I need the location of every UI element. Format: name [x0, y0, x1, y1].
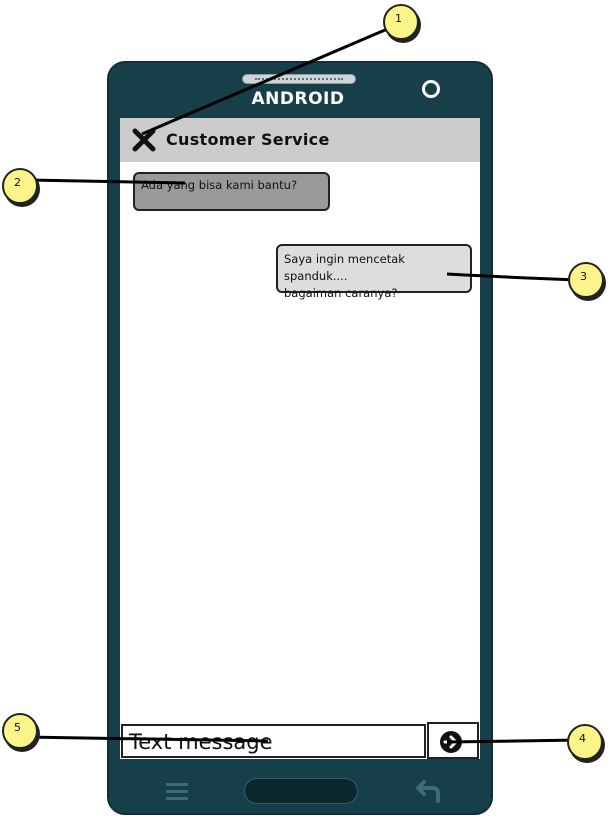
message-input[interactable]: Text message: [121, 724, 426, 758]
outgoing-message-bubble: Saya ingin mencetak spanduk.... bagaiman…: [276, 244, 472, 300]
home-button[interactable]: [244, 778, 358, 804]
phone-screen: [120, 118, 480, 759]
callout-marker-5: 5: [2, 713, 38, 749]
callout-marker-4: 4: [567, 724, 603, 760]
arrow-right-circle-icon: [440, 731, 462, 753]
incoming-message-text: Ada yang bisa kami bantu?: [141, 178, 298, 192]
send-button[interactable]: [427, 722, 479, 759]
outgoing-message-line: Saya ingin mencetak spanduk....: [284, 252, 405, 283]
mockup-canvas: ANDROID Customer Service Ada yang bisa k…: [0, 0, 611, 819]
close-icon[interactable]: [132, 128, 156, 152]
device-brand-label: ANDROID: [251, 89, 345, 109]
camera-icon: [422, 80, 440, 98]
callout-marker-1: 1: [383, 4, 419, 40]
speaker-grille: [242, 74, 356, 84]
callout-marker-2: 2: [2, 168, 38, 204]
menu-icon[interactable]: [165, 781, 189, 801]
outgoing-message-line: bagaiman caranya?: [284, 286, 398, 300]
back-arrow-icon[interactable]: [414, 779, 442, 803]
incoming-message-bubble: Ada yang bisa kami bantu?: [133, 172, 330, 211]
callout-marker-3: 3: [568, 262, 604, 298]
page-title: Customer Service: [166, 130, 330, 149]
